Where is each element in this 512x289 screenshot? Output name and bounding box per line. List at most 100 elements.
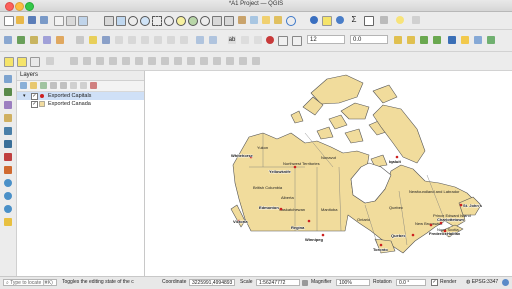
zoom-rubberband-icon[interactable] [152,16,162,26]
snapping-type-icon[interactable] [292,36,302,46]
attribute-table-icon[interactable] [364,16,374,26]
add-part-icon[interactable] [122,57,130,65]
add-oracle-icon[interactable] [4,166,12,174]
annotation-icon[interactable] [412,16,420,24]
crs-button[interactable]: ◍ EPSG:3347 [466,279,498,286]
new-map-view-icon[interactable] [238,16,246,24]
expand-all-icon[interactable] [70,82,77,89]
layer-item-exported-canada[interactable]: ✓ Exported Canada [17,100,144,108]
current-edits-icon[interactable] [76,36,84,44]
label-pin-icon[interactable] [241,36,249,44]
filter-legend-icon[interactable] [50,82,57,89]
select-features-icon[interactable] [322,16,332,26]
refresh-icon[interactable] [286,16,296,26]
canada-map[interactable]: Yukon Northwest Territories Nunavut Brit… [145,71,512,276]
tracing-offset-icon[interactable] [433,36,441,44]
offset-curve-icon[interactable] [187,57,195,65]
identify-features-icon[interactable] [310,16,318,24]
zoom-to-selection-icon[interactable] [176,16,186,26]
new-project-icon[interactable] [4,16,14,26]
capital-point-fredericton[interactable] [429,223,433,227]
render-checkbox[interactable]: ✓ [431,279,438,286]
paste-features-icon[interactable] [180,36,188,44]
snap-intersection-icon[interactable] [407,36,415,44]
zoom-next-icon[interactable] [224,16,234,26]
statistics-sigma-icon[interactable]: Σ [350,16,358,24]
add-delimited-text-icon[interactable] [4,114,12,122]
show-bookmarks-icon[interactable] [274,16,282,24]
add-wfs-icon[interactable] [4,205,12,213]
fill-ring-icon[interactable] [135,57,143,65]
snapping-offset-input[interactable]: 0.0 [350,35,388,44]
metasearch-icon[interactable] [487,36,495,44]
locator-search-input[interactable]: ⌕ Type to locate (⌘K) [3,279,57,286]
python-console-icon[interactable] [448,36,456,44]
layout-manager-icon[interactable] [66,16,76,26]
add-mesh-layer-icon[interactable] [4,101,12,109]
zoom-to-layer-icon[interactable] [188,16,198,26]
capital-point-quebec[interactable] [411,233,415,237]
capital-point-iqaluit[interactable] [395,155,399,159]
add-wms-icon[interactable] [4,179,12,187]
add-ring-icon[interactable] [109,57,117,65]
save-edits-icon[interactable] [102,36,110,44]
measure-icon[interactable] [380,16,388,24]
map-tips-icon[interactable] [396,16,404,24]
collapse-all-icon[interactable] [80,82,87,89]
undo-icon[interactable] [196,36,204,44]
new-bookmark-icon[interactable] [262,16,270,24]
new-geopackage-layer-icon[interactable] [17,36,25,44]
style-manager-icon[interactable] [78,16,88,26]
layer-visibility-checkbox[interactable]: ✓ [31,93,38,100]
rotate-symbols-icon[interactable] [252,57,260,65]
delete-part-icon[interactable] [161,57,169,65]
topology-editing-icon[interactable] [394,36,402,44]
reshape-icon[interactable] [174,57,182,65]
processing-toolbox-icon[interactable] [474,36,482,44]
rotate-feature-icon[interactable] [83,57,91,65]
move-feature-icon[interactable] [70,57,78,65]
messages-icon[interactable] [502,279,509,286]
split-parts-icon[interactable] [213,57,221,65]
capital-point-charlottetown[interactable] [439,221,443,225]
add-vector-layer-icon[interactable] [4,75,12,83]
zoom-full-icon[interactable] [164,16,174,26]
cut-features-icon[interactable] [154,36,162,44]
new-3d-map-icon[interactable] [250,16,258,24]
merge-features-icon[interactable] [226,57,234,65]
split-features-icon[interactable] [200,57,208,65]
add-wcs-icon[interactable] [4,192,12,200]
open-project-icon[interactable] [16,16,24,24]
select-by-expression-icon[interactable] [17,57,27,67]
deselect-all-icon[interactable] [30,57,40,67]
add-spatialite-icon[interactable] [4,127,12,135]
capital-point-toronto[interactable] [379,243,383,247]
open-layer-styling-icon[interactable] [20,82,27,89]
merge-attributes-icon[interactable] [239,57,247,65]
coordinate-field[interactable]: 3225991,4994893 [189,279,235,286]
filter-by-expression-icon[interactable] [60,82,67,89]
tracing-icon[interactable] [420,36,428,44]
plugins-icon[interactable] [461,36,469,44]
add-postgis-icon[interactable] [4,140,12,148]
simplify-feature-icon[interactable] [96,57,104,65]
delete-selected-icon[interactable] [141,36,149,44]
vertex-tool-icon[interactable] [128,36,136,44]
new-spatialite-layer-icon[interactable] [43,36,51,44]
new-print-layout-icon[interactable] [54,16,64,26]
capital-point-edmonton[interactable] [279,207,283,211]
capital-point-regina[interactable] [307,219,311,223]
label-tool-icon[interactable]: ab [228,36,236,44]
capital-point-winnipeg[interactable] [321,233,325,237]
pan-map-icon[interactable] [104,16,114,26]
add-feature-icon[interactable] [115,36,123,44]
capital-point-st-johns[interactable] [459,203,463,207]
toggle-editing-icon[interactable] [89,36,97,44]
redo-icon[interactable] [209,36,217,44]
new-shapefile-layer-icon[interactable] [30,36,38,44]
zoom-in-icon[interactable] [128,16,138,26]
expand-arrow-icon[interactable]: ▾ [23,92,26,100]
remove-layer-icon[interactable] [90,82,97,89]
magnifier-input[interactable]: 100% [336,279,370,286]
add-virtual-layer-icon[interactable] [4,218,12,226]
